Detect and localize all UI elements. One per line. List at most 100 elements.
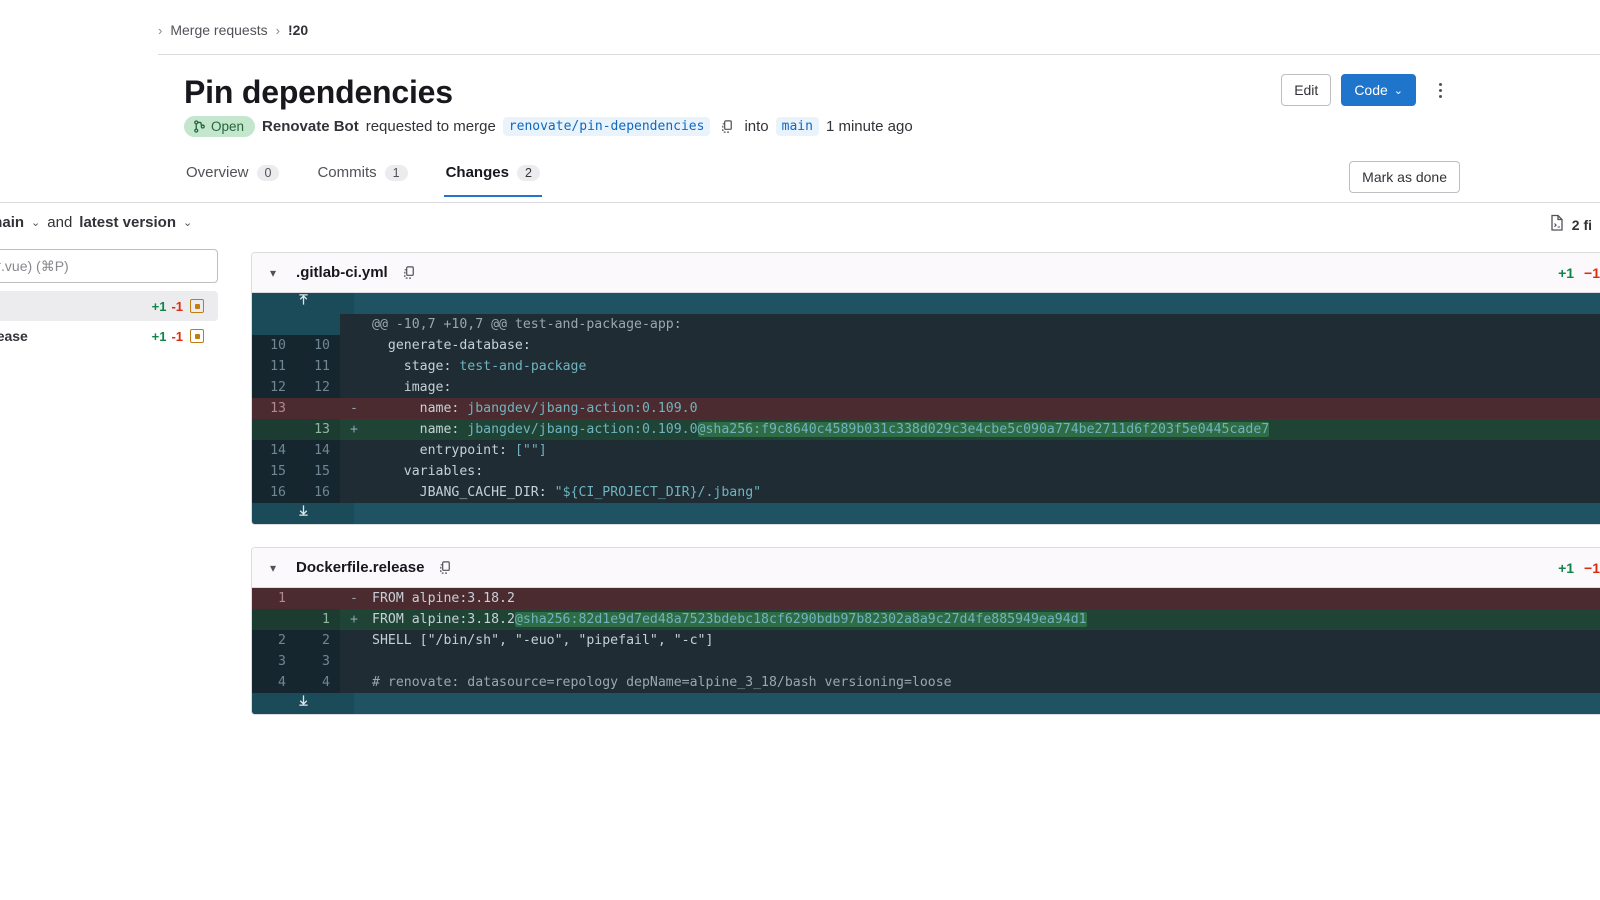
- compare-version[interactable]: latest version: [79, 214, 176, 231]
- diff-expand-row[interactable]: [252, 693, 1600, 714]
- tab-changes[interactable]: Changes 2: [443, 160, 542, 197]
- copy-path-icon[interactable]: [438, 560, 453, 575]
- diff-sign: -: [350, 401, 358, 416]
- diff-sign: [340, 356, 368, 377]
- file-list-item-name: -ci.yml: [0, 298, 152, 314]
- old-line-number[interactable]: 3: [252, 651, 296, 672]
- file-search-input[interactable]: [0, 249, 218, 283]
- old-line-number[interactable]: 11: [252, 356, 296, 377]
- breadcrumb-current-mr[interactable]: !20: [288, 22, 308, 38]
- file-list-item-name: rfile.release: [0, 328, 28, 344]
- chevron-down-icon[interactable]: ▾: [270, 266, 276, 280]
- file-icon: [1549, 214, 1565, 235]
- new-line-number[interactable]: 10: [296, 335, 340, 356]
- new-line-number[interactable]: [296, 588, 340, 609]
- tab-overview-count: 0: [256, 164, 280, 181]
- diff-sign: [340, 335, 368, 356]
- file-list: -ci.yml +1 -1 rfile.release +1 -1: [0, 291, 218, 351]
- old-line-number[interactable]: 14: [252, 440, 296, 461]
- diff-file-name: Dockerfile.release: [296, 559, 425, 576]
- new-line-number[interactable]: 14: [296, 440, 340, 461]
- new-line-number[interactable]: 1: [296, 609, 340, 630]
- old-line-number[interactable]: [252, 609, 296, 630]
- diff-line-content: [368, 651, 1600, 672]
- old-line-number[interactable]: [252, 314, 296, 335]
- file-list-item-dockerfile[interactable]: rfile.release +1 -1: [0, 321, 218, 351]
- old-line-number[interactable]: 2: [252, 630, 296, 651]
- code-button[interactable]: Code ⌄: [1341, 74, 1416, 106]
- old-line-number[interactable]: 16: [252, 482, 296, 503]
- mark-as-done-button[interactable]: Mark as done: [1349, 161, 1460, 193]
- expand-lines-button[interactable]: [252, 503, 354, 524]
- new-line-number[interactable]: 3: [296, 651, 340, 672]
- new-line-number[interactable]: 15: [296, 461, 340, 482]
- diff-line-row: @@ -10,7 +10,7 @@ test-and-package-app:: [252, 314, 1600, 335]
- status-badge-label: Open: [211, 119, 245, 134]
- diff-sign: +: [350, 612, 358, 627]
- new-line-number[interactable]: [296, 314, 340, 335]
- file-list-item-removed: -1: [171, 298, 183, 314]
- kebab-dot: [1438, 94, 1442, 98]
- old-line-number[interactable]: 10: [252, 335, 296, 356]
- file-list-item-gitlab-ci[interactable]: -ci.yml +1 -1: [0, 291, 218, 321]
- tab-commits[interactable]: Commits 1: [315, 160, 409, 197]
- copy-path-icon[interactable]: [402, 265, 417, 280]
- old-line-number[interactable]: 4: [252, 672, 296, 693]
- chevron-down-icon[interactable]: ⌄: [183, 216, 192, 229]
- new-line-number[interactable]: 4: [296, 672, 340, 693]
- compare-and: and: [47, 214, 73, 231]
- old-line-number[interactable]: 13: [252, 398, 296, 419]
- diff-line-row: 13 + name: jbangdev/jbang-action:0.109.0@…: [252, 419, 1600, 440]
- expand-lines-button[interactable]: [252, 693, 354, 714]
- old-line-number[interactable]: [252, 419, 296, 440]
- target-branch-chip[interactable]: main: [775, 117, 819, 136]
- diff-file-stats: +1 −1: [1558, 557, 1600, 579]
- new-line-number[interactable]: 16: [296, 482, 340, 503]
- chevron-down-icon[interactable]: ⌄: [31, 216, 40, 229]
- breadcrumb: › Merge requests › !20: [158, 22, 308, 38]
- source-branch-chip[interactable]: renovate/pin-dependencies: [502, 117, 711, 136]
- diff-line-content: name: jbangdev/jbang-action:0.109.0@sha2…: [419, 422, 1270, 437]
- new-line-number[interactable]: 13: [296, 419, 340, 440]
- copy-branch-icon[interactable]: [717, 117, 737, 137]
- diff-line-row: 2 2 SHELL ["/bin/sh", "-euo", "pipefail", …: [252, 630, 1600, 651]
- file-modified-icon: [190, 299, 204, 313]
- tab-commits-count: 1: [384, 164, 408, 181]
- old-line-number[interactable]: 1: [252, 588, 296, 609]
- kebab-dot: [1438, 88, 1442, 92]
- breadcrumb-merge-requests[interactable]: Merge requests: [170, 22, 267, 38]
- chevron-down-icon[interactable]: ▾: [270, 561, 276, 575]
- diff-line-row: 13 - name: jbangdev/jbang-action:0.109.0: [252, 398, 1600, 419]
- new-line-number[interactable]: [296, 398, 340, 419]
- new-line-number[interactable]: 2: [296, 630, 340, 651]
- tab-overview[interactable]: Overview 0: [184, 160, 281, 197]
- file-modified-icon: [190, 329, 204, 343]
- diff-sign: [340, 630, 368, 651]
- old-line-number[interactable]: 15: [252, 461, 296, 482]
- files-count: 2 fi: [1549, 214, 1592, 235]
- old-line-number[interactable]: 12: [252, 377, 296, 398]
- diff-expand-row[interactable]: [252, 503, 1600, 524]
- diff-sign: [340, 461, 368, 482]
- diff-sign: -: [350, 591, 358, 606]
- diff-added-count: +1: [1558, 264, 1575, 281]
- diff-removed-count: −1: [1584, 264, 1600, 281]
- new-line-number[interactable]: 12: [296, 377, 340, 398]
- mr-author[interactable]: Renovate Bot: [262, 118, 359, 135]
- compare-bar: pare main ⌄ and latest version ⌄: [0, 214, 192, 231]
- expand-lines-button[interactable]: [252, 293, 354, 314]
- diff-expand-space: [354, 293, 1600, 314]
- diff-expand-row[interactable]: [252, 293, 1600, 314]
- merge-request-icon: [193, 120, 206, 133]
- into-text: into: [744, 118, 769, 135]
- mr-action-text: requested to merge: [365, 118, 496, 135]
- compare-source-branch[interactable]: main: [0, 214, 24, 231]
- status-badge: Open: [184, 116, 256, 137]
- more-actions-button[interactable]: [1426, 74, 1454, 106]
- file-list-item-added: +1: [151, 328, 167, 344]
- edit-button[interactable]: Edit: [1281, 74, 1332, 106]
- tab-commits-label: Commits: [317, 164, 377, 181]
- new-line-number[interactable]: 11: [296, 356, 340, 377]
- diff-area: ▾ .gitlab-ci.yml +1 −1 @@ -10,7 +10,7 @@ t…: [251, 252, 1600, 737]
- diff-line-content: FROM alpine:3.18.2: [372, 591, 515, 606]
